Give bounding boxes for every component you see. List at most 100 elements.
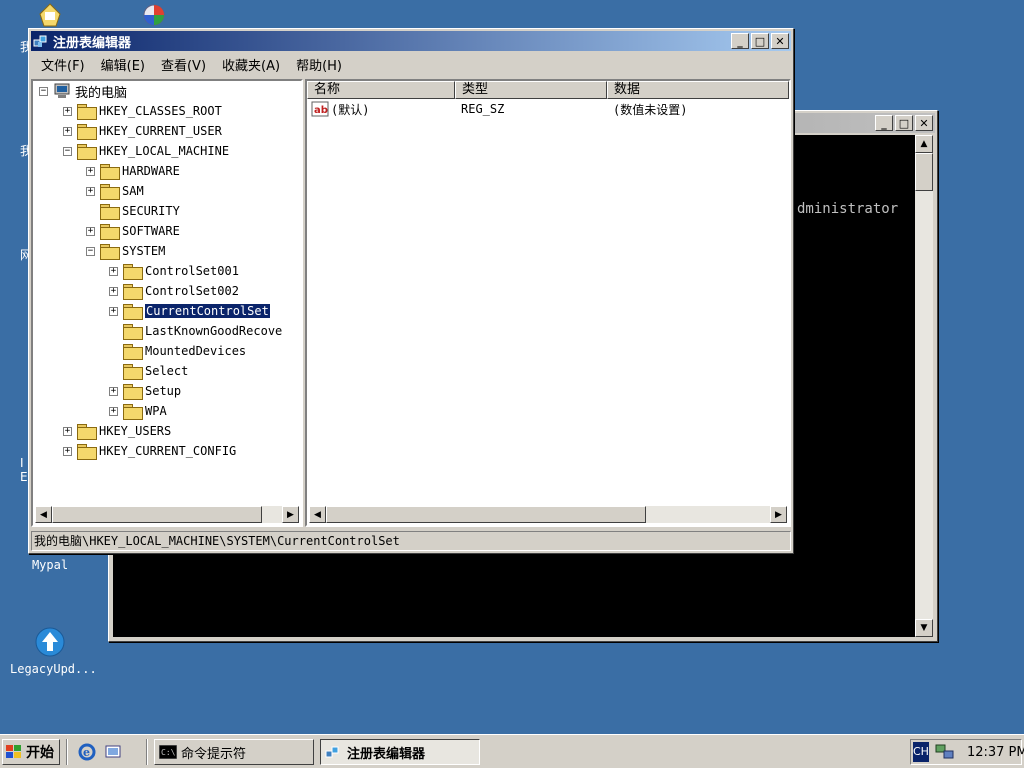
network-icon[interactable] — [935, 743, 955, 761]
expand-toggle[interactable]: + — [63, 426, 72, 436]
values-hscrollbar[interactable]: ◀ ▶ — [309, 506, 787, 523]
tree-item-controlset002[interactable]: + ControlSet002 — [109, 281, 239, 301]
start-button[interactable]: 开始 — [2, 739, 60, 765]
list-row[interactable]: ab (默认) REG_SZ (数值未设置) — [307, 99, 789, 119]
minimize-button[interactable]: _ — [875, 115, 893, 131]
regedit-icon — [33, 33, 49, 49]
collapse-toggle[interactable]: − — [63, 146, 72, 156]
scroll-left-button[interactable]: ◀ — [309, 506, 326, 523]
regedit-window[interactable]: 注册表编辑器 _ □ ✕ 文件(F) 编辑(E) 查看(V) 收藏夹(A) 帮助… — [28, 28, 794, 554]
expand-toggle[interactable]: + — [63, 106, 72, 116]
folder-icon — [77, 444, 97, 460]
maximize-button[interactable]: □ — [895, 115, 913, 131]
tree-item-hkcr[interactable]: + HKEY_CLASSES_ROOT — [63, 101, 222, 121]
expand-toggle[interactable]: + — [109, 286, 118, 296]
menu-favorites[interactable]: 收藏夹(A) — [214, 55, 288, 74]
task-label: 命令提示符 — [181, 746, 247, 762]
folder-icon — [100, 184, 120, 200]
tree-item-setup[interactable]: + Setup — [109, 381, 181, 401]
tree-hscrollbar[interactable]: ◀ ▶ — [35, 506, 299, 523]
tree-label: HARDWARE — [122, 164, 180, 178]
menu-view[interactable]: 查看(V) — [153, 55, 214, 74]
list-header: 名称 类型 数据 — [307, 81, 789, 99]
tree-item-hku[interactable]: + HKEY_USERS — [63, 421, 171, 441]
tree-item-select[interactable]: Select — [109, 361, 188, 381]
ie-quicklaunch-icon[interactable]: e — [78, 743, 96, 761]
expand-toggle[interactable]: + — [86, 186, 95, 196]
scroll-thumb[interactable] — [52, 506, 262, 523]
clock[interactable]: 12:37 PM — [967, 745, 1024, 760]
taskbar-button-regedit[interactable]: 注册表编辑器 — [320, 739, 480, 765]
close-button[interactable]: ✕ — [915, 115, 933, 131]
tree-item-hkcc[interactable]: + HKEY_CURRENT_CONFIG — [63, 441, 236, 461]
tree-item-hklm[interactable]: − HKEY_LOCAL_MACHINE — [63, 141, 229, 161]
tree-item-software[interactable]: + SOFTWARE — [86, 221, 180, 241]
window-title: 注册表编辑器 — [53, 35, 132, 51]
desktop-icon-legacyupdate[interactable]: LegacyUpd... — [10, 626, 97, 676]
expand-toggle[interactable]: + — [109, 306, 118, 316]
expand-toggle[interactable]: + — [109, 266, 118, 276]
scroll-right-button[interactable]: ▶ — [770, 506, 787, 523]
column-header-type[interactable]: 类型 — [455, 81, 607, 99]
browser-desktop-icon[interactable] — [140, 2, 168, 28]
tree-label: HKEY_USERS — [99, 424, 172, 438]
cmd-icon: C:\ — [158, 744, 178, 760]
tree-pane[interactable]: − 我的电脑 + HKEY_CLASSES_ROOT + HKEY_CURRENT_… — [31, 79, 303, 527]
tree-label: Setup — [145, 384, 182, 398]
console-scrollbar[interactable]: ▲ ▼ — [915, 135, 933, 637]
scroll-down-button[interactable]: ▼ — [915, 619, 933, 637]
values-pane[interactable]: 名称 类型 数据 ab (默认) REG_SZ (数值未设置) ◀ ▶ — [305, 79, 791, 527]
tree-item-wpa[interactable]: + WPA — [109, 401, 167, 421]
desktop-quicklaunch-icon[interactable] — [104, 743, 122, 761]
folder-icon — [123, 284, 143, 300]
tree-item-controlset001[interactable]: + ControlSet001 — [109, 261, 239, 281]
language-indicator[interactable]: CH — [913, 742, 929, 762]
tree-item-system[interactable]: − SYSTEM — [86, 241, 165, 261]
scroll-right-button[interactable]: ▶ — [282, 506, 299, 523]
maximize-button[interactable]: □ — [751, 33, 769, 49]
desktop-icon-mypal[interactable]: Mypal — [10, 558, 90, 572]
collapse-toggle[interactable]: − — [86, 246, 95, 256]
tree-label: WPA — [145, 404, 167, 418]
tree-item-hkcu[interactable]: + HKEY_CURRENT_USER — [63, 121, 222, 141]
tree-item-sam[interactable]: + SAM — [86, 181, 144, 201]
scroll-left-button[interactable]: ◀ — [35, 506, 52, 523]
svg-text:e: e — [83, 746, 90, 759]
svg-text:C:\: C:\ — [161, 748, 176, 757]
value-type: REG_SZ — [461, 102, 505, 116]
close-button[interactable]: ✕ — [771, 33, 789, 49]
expand-toggle[interactable]: + — [109, 386, 118, 396]
svg-text:ab: ab — [314, 105, 328, 116]
scroll-up-button[interactable]: ▲ — [915, 135, 933, 153]
expand-toggle[interactable]: + — [86, 166, 95, 176]
tree-item-hardware[interactable]: + HARDWARE — [86, 161, 180, 181]
update-icon — [34, 626, 66, 658]
folder-icon — [77, 424, 97, 440]
scroll-thumb[interactable] — [915, 153, 933, 191]
tree-item-lastknowngood[interactable]: LastKnownGoodRecove — [109, 321, 282, 341]
taskbar-button-cmd[interactable]: C:\ 命令提示符 — [154, 739, 314, 765]
expand-toggle[interactable]: + — [63, 126, 72, 136]
tree-label: ControlSet002 — [145, 284, 239, 298]
expand-toggle[interactable]: + — [63, 446, 72, 456]
tree-item-my-computer[interactable]: − 我的电脑 — [39, 81, 127, 101]
minimize-button[interactable]: _ — [731, 33, 749, 49]
regedit-titlebar[interactable]: 注册表编辑器 _ □ ✕ — [31, 31, 791, 51]
tree-item-currentcontrolset[interactable]: + CurrentControlSet — [109, 301, 271, 321]
menu-file[interactable]: 文件(F) — [33, 55, 93, 74]
desktop-label-fragment: E — [20, 470, 28, 484]
column-header-name[interactable]: 名称 — [307, 81, 455, 99]
column-header-data[interactable]: 数据 — [607, 81, 789, 99]
folder-icon — [123, 344, 143, 360]
expand-toggle[interactable]: + — [86, 226, 95, 236]
my-documents-icon[interactable] — [36, 2, 64, 28]
scroll-thumb[interactable] — [326, 506, 646, 523]
menu-edit[interactable]: 编辑(E) — [93, 55, 153, 74]
expand-toggle[interactable]: + — [109, 406, 118, 416]
tree-item-security[interactable]: SECURITY — [86, 201, 180, 221]
desktop-icon-label: Mypal — [31, 558, 69, 572]
menu-help[interactable]: 帮助(H) — [288, 55, 350, 74]
collapse-toggle[interactable]: − — [39, 86, 48, 96]
tree-label: HKEY_LOCAL_MACHINE — [99, 144, 230, 158]
tree-item-mounteddevices[interactable]: MountedDevices — [109, 341, 246, 361]
